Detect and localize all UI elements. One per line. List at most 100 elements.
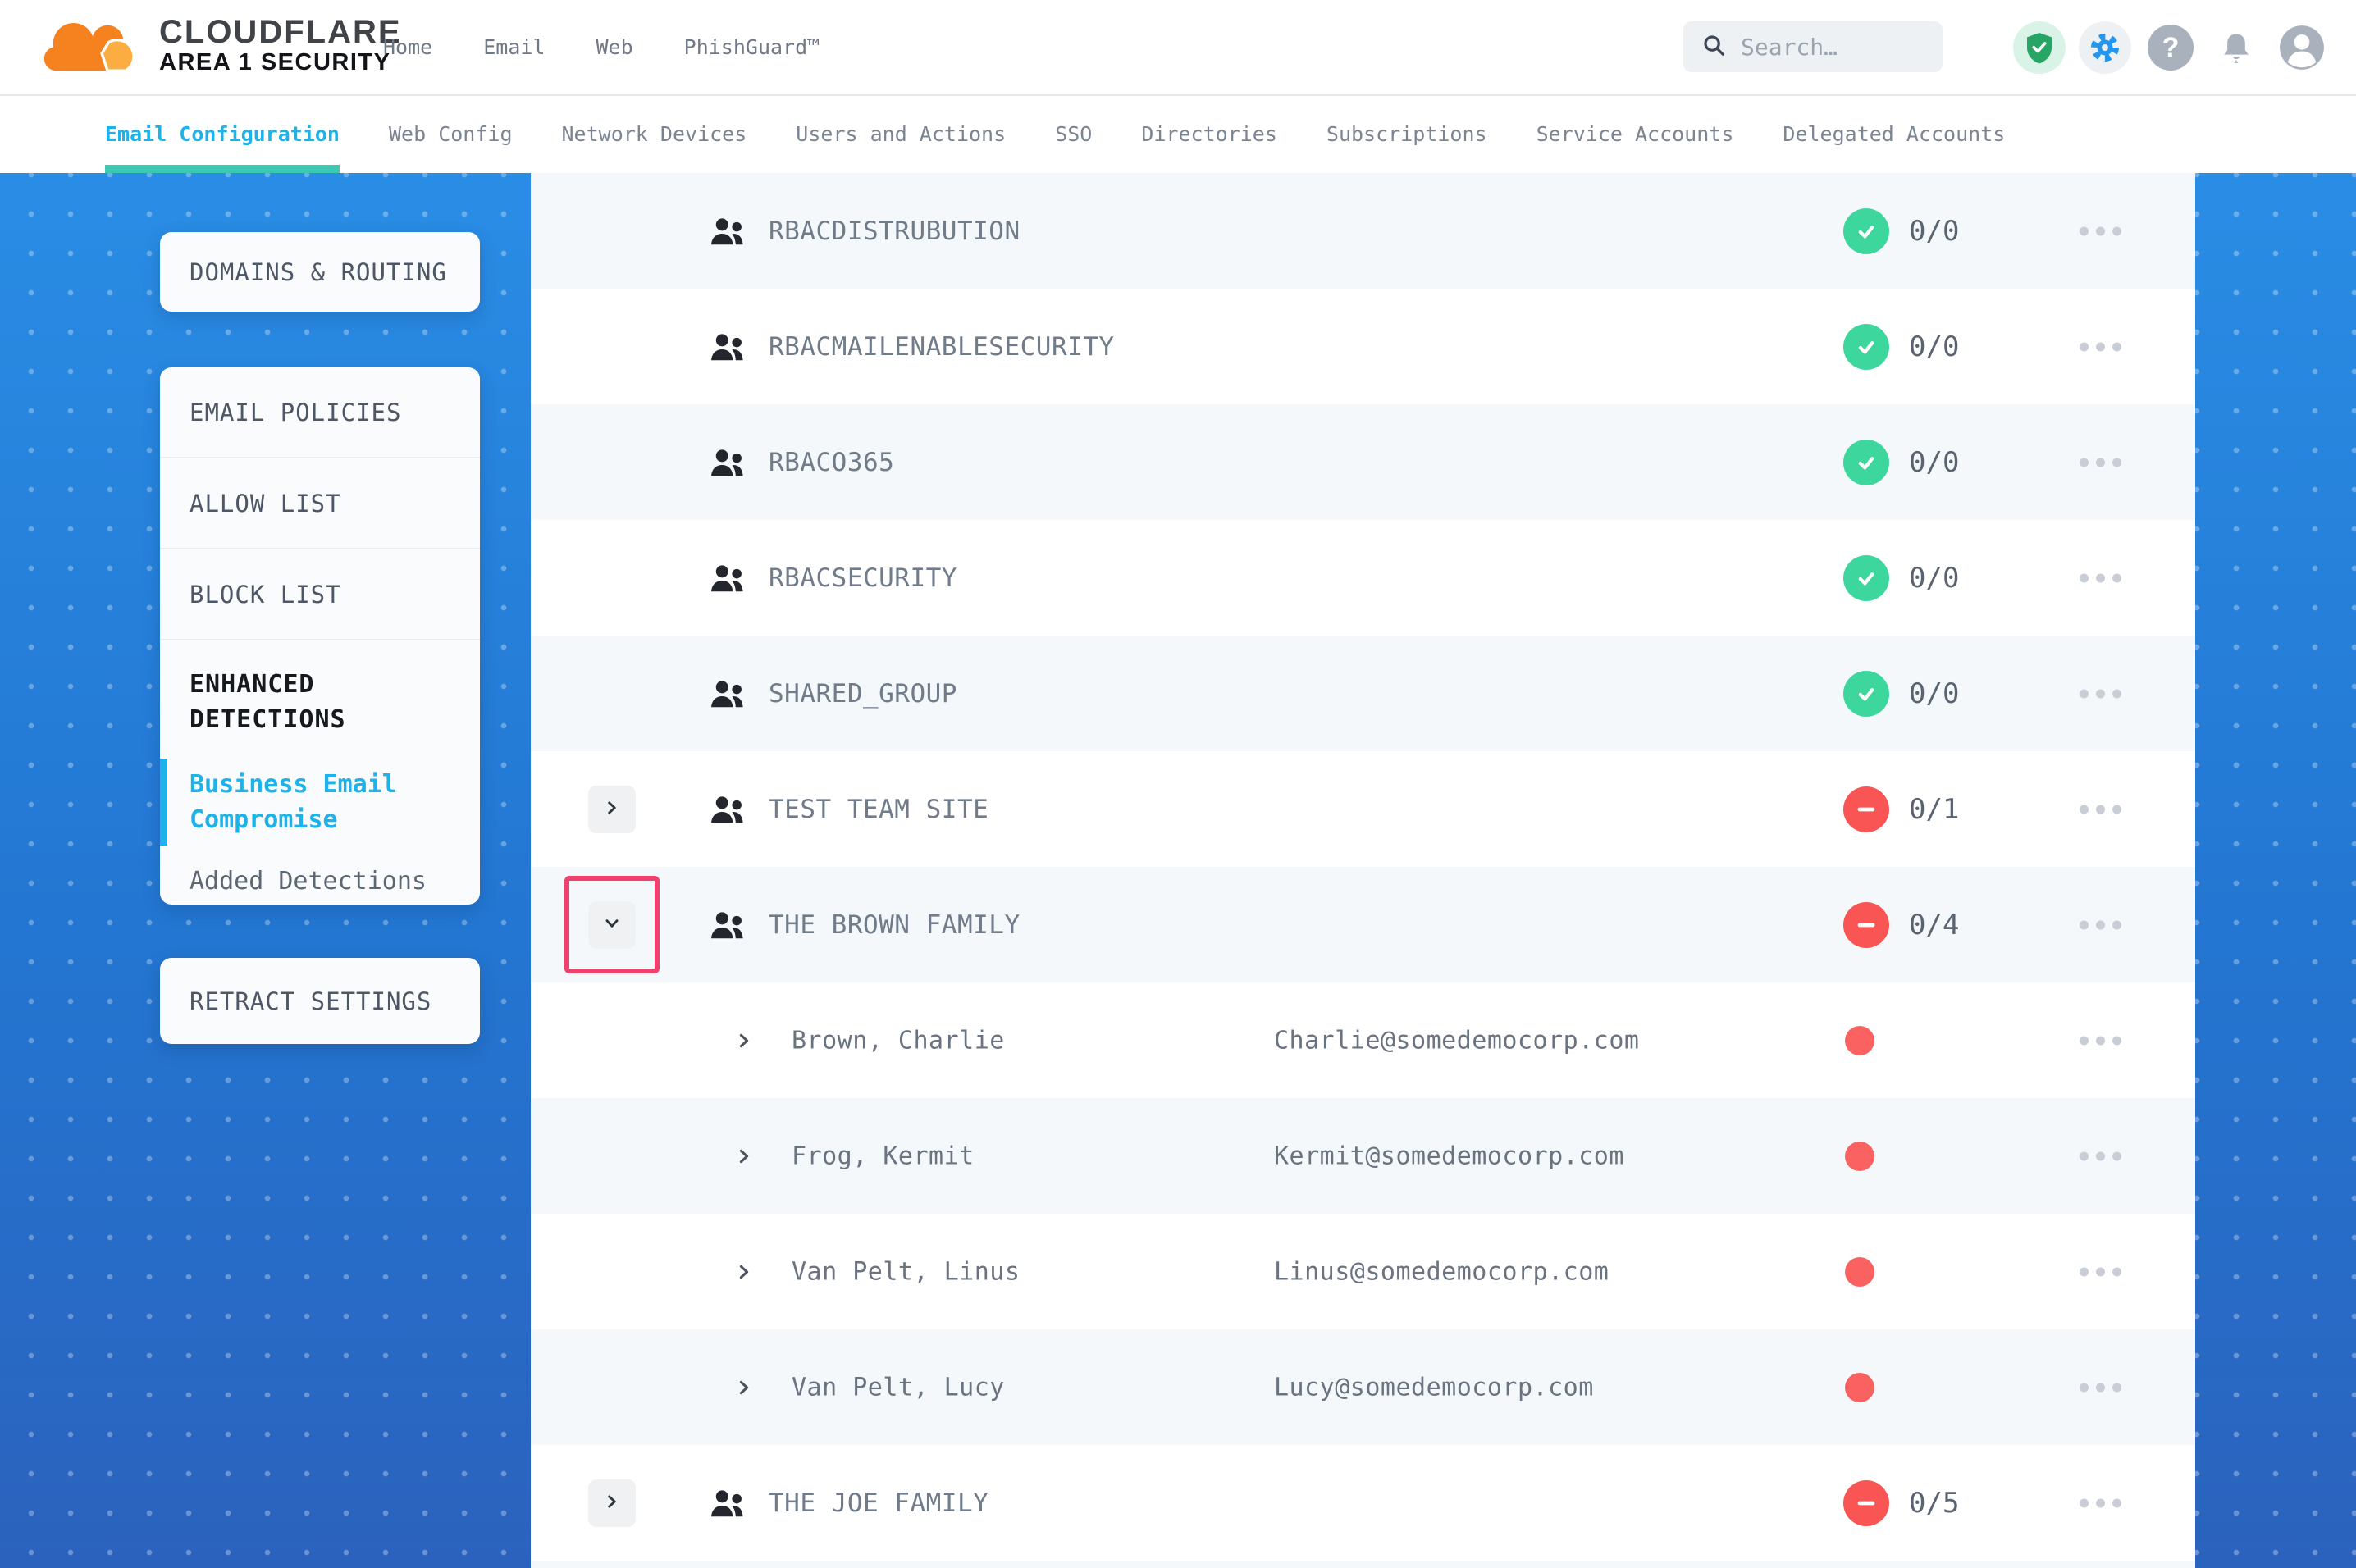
- blocked-status-dot: [1845, 1142, 1874, 1171]
- group-name[interactable]: THE JOE FAMILY: [769, 1488, 989, 1518]
- more-actions-button[interactable]: [2080, 1383, 2121, 1392]
- group-name[interactable]: SHARED_GROUP: [769, 679, 957, 709]
- allowed-status-badge: [1843, 208, 1889, 254]
- member-count: 0/4: [1909, 909, 1959, 941]
- tab-delegated-accounts[interactable]: Delegated Accounts: [1783, 96, 2005, 173]
- sidebar-card: DOMAINS & ROUTING: [160, 232, 480, 312]
- table-row: Frog, KermitKermit@somedemocorp.com: [531, 1098, 2195, 1214]
- group-people-icon: [710, 909, 746, 941]
- nav-link-email[interactable]: Email: [483, 35, 545, 59]
- blocked-status-badge: [1843, 1480, 1889, 1526]
- help-icon[interactable]: ?: [2144, 21, 2197, 74]
- primary-nav: Home Email Web PhishGuard™: [383, 0, 820, 94]
- nav-link-web[interactable]: Web: [596, 35, 632, 59]
- group-people-icon: [710, 447, 746, 478]
- tab-directories[interactable]: Directories: [1141, 96, 1277, 173]
- nav-link-home[interactable]: Home: [383, 35, 432, 59]
- blocked-status-dot: [1845, 1373, 1874, 1402]
- chevron-right-icon: [603, 799, 621, 819]
- group-people-icon: [710, 216, 746, 247]
- group-name[interactable]: RBACO365: [769, 448, 894, 477]
- member-name[interactable]: Brown, Charlie: [792, 1026, 1005, 1055]
- group-name[interactable]: RBACDISTRUBUTION: [769, 217, 1020, 246]
- more-actions-button[interactable]: [2080, 458, 2121, 467]
- chevron-right-icon[interactable]: [734, 1378, 754, 1397]
- more-actions-button[interactable]: [2080, 1036, 2121, 1045]
- tab-service-accounts[interactable]: Service Accounts: [1536, 96, 1734, 173]
- table-row: THE BROWN FAMILY 0/4: [531, 867, 2195, 982]
- sidebar-item-added-detections[interactable]: Added Detections: [160, 844, 480, 896]
- member-name[interactable]: Van Pelt, Linus: [792, 1257, 1020, 1286]
- nav-link-phishguard-[interactable]: PhishGuard™: [684, 35, 820, 59]
- tab-email-configuration[interactable]: Email Configuration: [105, 96, 340, 173]
- expand-group-button[interactable]: [588, 1479, 636, 1527]
- group-name[interactable]: TEST TEAM SITE: [769, 795, 989, 824]
- member-name[interactable]: Van Pelt, Lucy: [792, 1373, 1005, 1402]
- logo-line2: AREA 1 SECURITY: [159, 50, 402, 75]
- shield-check-icon[interactable]: [2013, 21, 2066, 74]
- chevron-right-icon[interactable]: [734, 1031, 754, 1051]
- allowed-status-badge: [1843, 671, 1889, 717]
- search-input[interactable]: [1739, 33, 1931, 62]
- sidebar-card: RETRACT SETTINGS: [160, 958, 480, 1044]
- tab-web-config[interactable]: Web Config: [389, 96, 513, 173]
- sidebar-item-retract-settings[interactable]: RETRACT SETTINGS: [160, 987, 431, 1015]
- settings-gear-icon[interactable]: [2079, 21, 2131, 74]
- sidebar-card: EMAIL POLICIESALLOW LISTBLOCK LISTENHANC…: [160, 367, 480, 905]
- allowed-status-badge: [1843, 324, 1889, 370]
- member-email: Lucy@somedemocorp.com: [1274, 1373, 1594, 1402]
- sidebar-item-block-list[interactable]: BLOCK LIST: [160, 548, 480, 639]
- user-account-icon[interactable]: [2276, 21, 2328, 74]
- more-actions-button[interactable]: [2080, 689, 2121, 698]
- tab-subscriptions[interactable]: Subscriptions: [1326, 96, 1487, 173]
- chevron-right-icon: [603, 1493, 621, 1513]
- more-actions-button[interactable]: [2080, 920, 2121, 929]
- member-count: 0/0: [1909, 330, 1959, 363]
- table-row: TEST TEAM SITE0/1: [531, 751, 2195, 867]
- sidebar-item-business-email-compromise[interactable]: Business Email Compromise: [160, 760, 480, 844]
- more-actions-button[interactable]: [2080, 805, 2121, 814]
- group-name[interactable]: THE BROWN FAMILY: [769, 910, 1020, 940]
- chevron-right-icon[interactable]: [734, 1146, 754, 1166]
- more-actions-button[interactable]: [2080, 1151, 2121, 1160]
- tab-network-devices[interactable]: Network Devices: [562, 96, 747, 173]
- logo-line1: CLOUDFLARE: [159, 15, 402, 50]
- member-name[interactable]: Frog, Kermit: [792, 1142, 975, 1170]
- more-actions-button[interactable]: [2080, 342, 2121, 351]
- allowed-status-badge: [1843, 555, 1889, 601]
- member-count: 0/5: [1909, 1487, 1959, 1520]
- group-name[interactable]: RBACMAILENABLESECURITY: [769, 332, 1115, 362]
- search-bar[interactable]: [1683, 21, 1943, 72]
- cloudflare-cloud-logo-icon: [43, 8, 146, 82]
- notifications-bell-icon[interactable]: [2210, 21, 2262, 74]
- active-item-accent-bar: [160, 759, 167, 846]
- blocked-status-dot: [1845, 1026, 1874, 1055]
- blocked-status-badge: [1843, 902, 1889, 948]
- sidebar-section-enhanced-detections: ENHANCED DETECTIONS: [160, 639, 480, 737]
- sidebar-item-domains-routing[interactable]: DOMAINS & ROUTING: [160, 258, 447, 286]
- member-email: Linus@somedemocorp.com: [1274, 1257, 1609, 1286]
- table-row: RBACMAILENABLESECURITY 0/0: [531, 289, 2195, 404]
- app-header: CLOUDFLARE AREA 1 SECURITY Home Email Web P…: [0, 0, 2356, 96]
- sidebar-item-email-policies[interactable]: EMAIL POLICIES: [160, 367, 480, 457]
- group-name[interactable]: RBACSECURITY: [769, 563, 957, 593]
- more-actions-button[interactable]: [2080, 573, 2121, 582]
- tab-users-and-actions[interactable]: Users and Actions: [796, 96, 1006, 173]
- expand-group-button[interactable]: [588, 786, 636, 833]
- more-actions-button[interactable]: [2080, 226, 2121, 235]
- cloudflare-area1-logo[interactable]: CLOUDFLARE AREA 1 SECURITY: [43, 8, 402, 82]
- group-people-icon: [710, 563, 746, 594]
- more-actions-button[interactable]: [2080, 1498, 2121, 1507]
- help-glyph: ?: [2148, 25, 2194, 71]
- secondary-nav-tabs: Email Configuration Web Config Network Dev…: [0, 96, 2356, 173]
- more-actions-button[interactable]: [2080, 1267, 2121, 1276]
- group-people-icon: [710, 1488, 746, 1519]
- member-count: 0/0: [1909, 215, 1959, 248]
- tab-sso[interactable]: SSO: [1055, 96, 1092, 173]
- table-row: [531, 1561, 2195, 1568]
- table-row: Van Pelt, Lucy Lucy@somedemocorp.com: [531, 1329, 2195, 1445]
- member-count: 0/0: [1909, 562, 1959, 595]
- chevron-right-icon[interactable]: [734, 1262, 754, 1282]
- sidebar-item-allow-list[interactable]: ALLOW LIST: [160, 457, 480, 548]
- member-count: 0/0: [1909, 446, 1959, 479]
